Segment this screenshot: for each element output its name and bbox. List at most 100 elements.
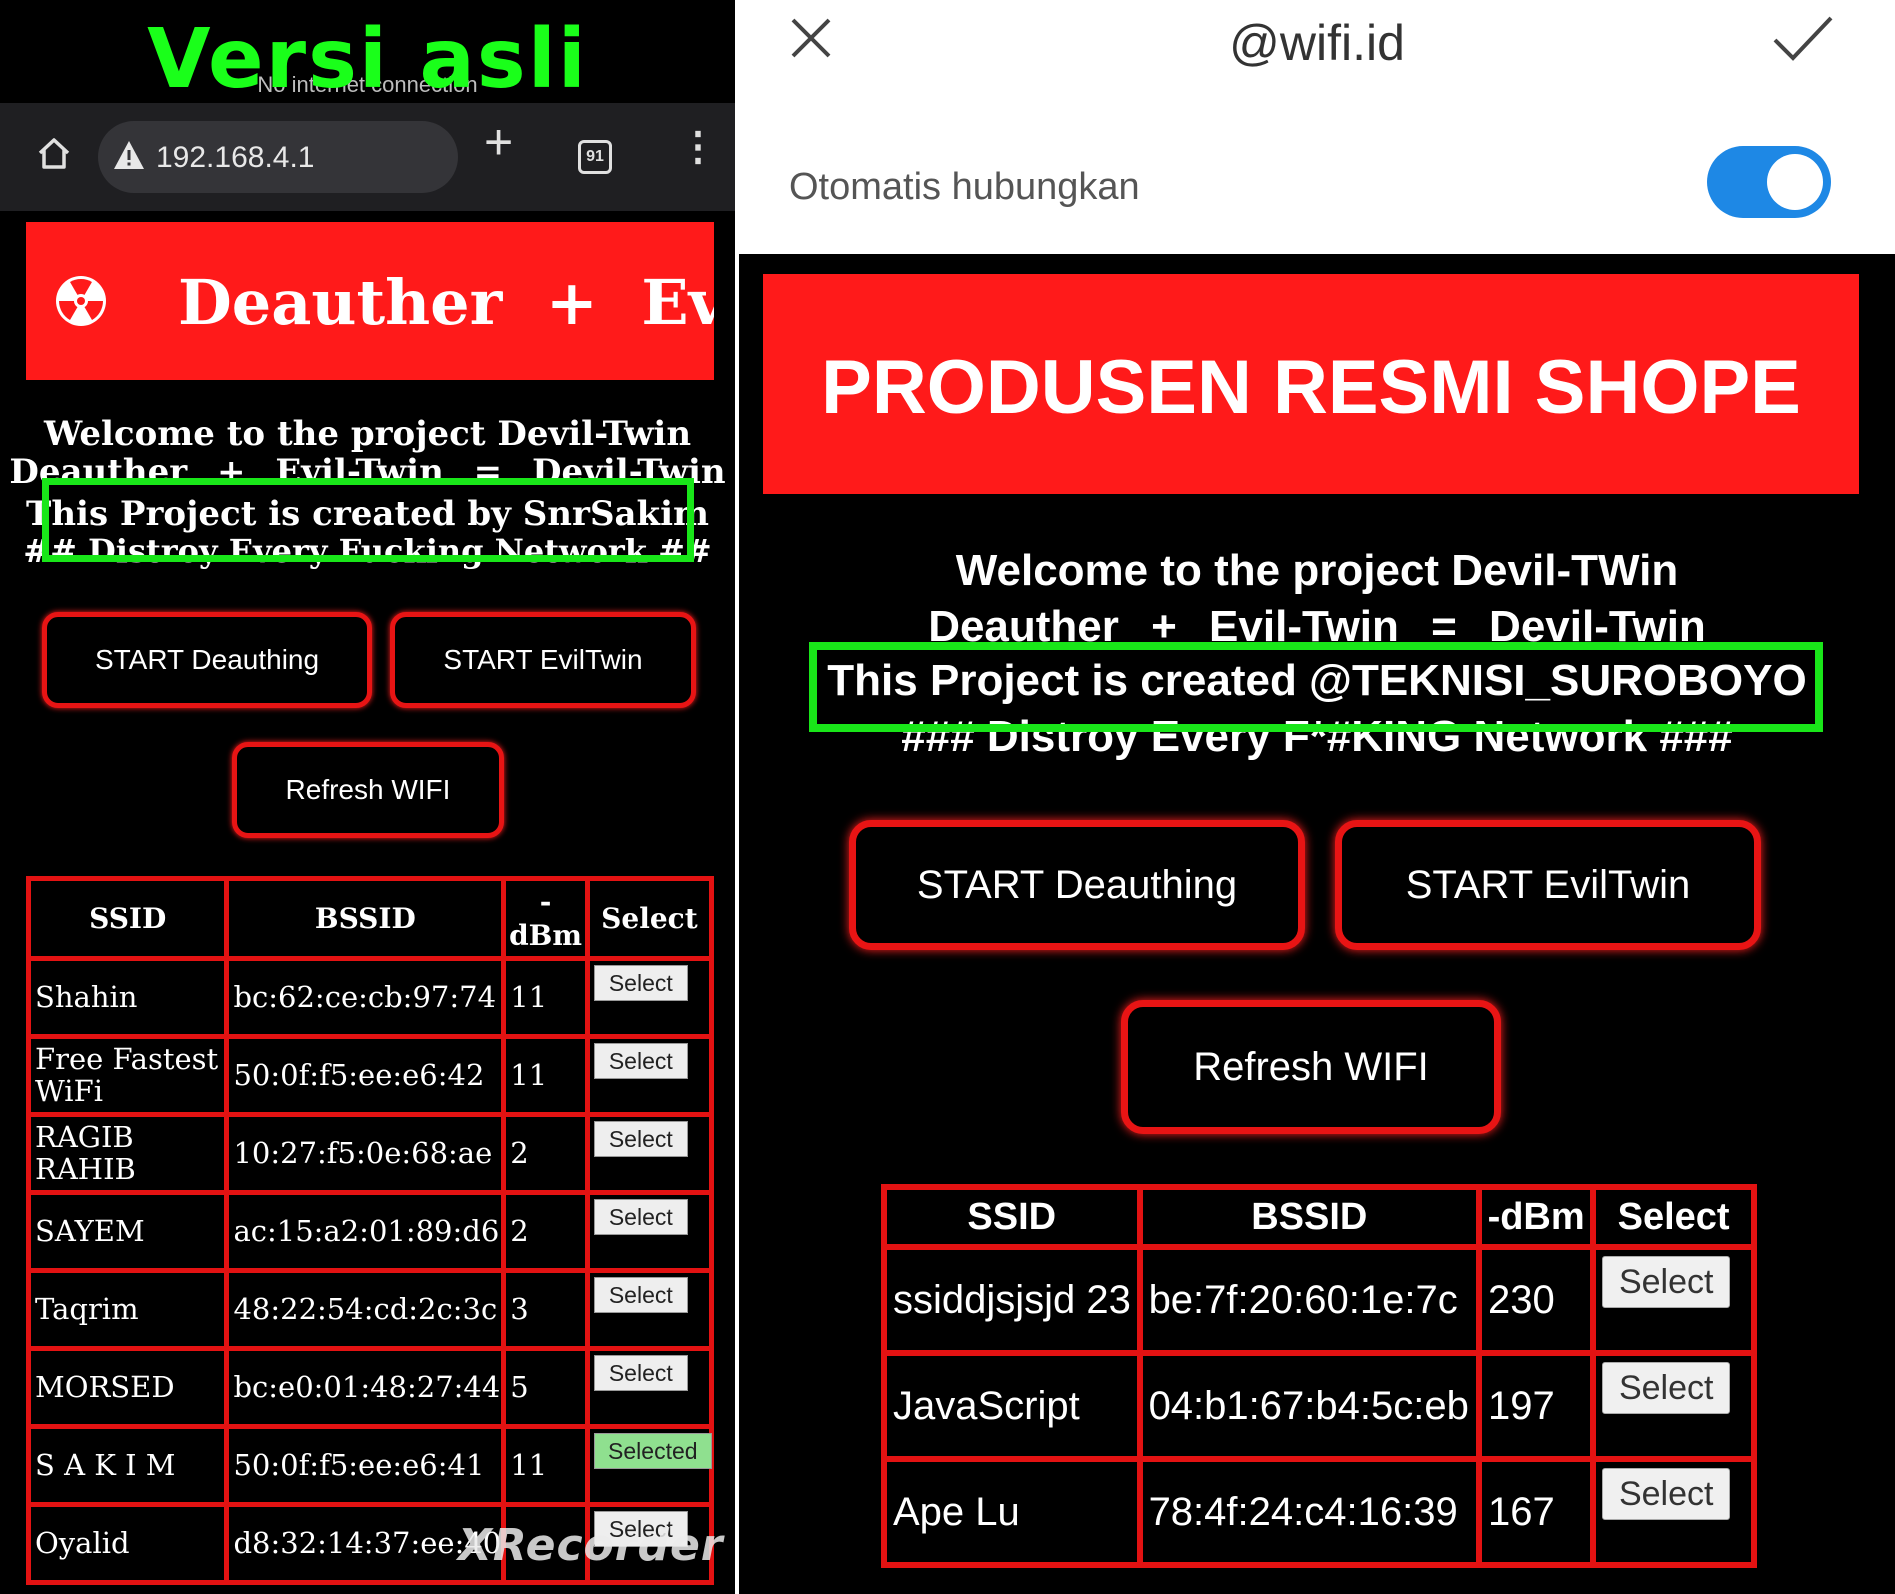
network-table: SSID BSSID - dBm Select Shahin bc:62:ce:c… [25, 876, 715, 1585]
highlight-box [42, 478, 694, 562]
select-button[interactable]: Select [593, 1355, 688, 1391]
browser-toolbar: 192.168.4.1 + 91 ⋮ [0, 103, 735, 211]
column-header-bssid: BSSID [1136, 1184, 1483, 1250]
original-screenshot-panel: Versi asli No internet connection 192.16… [0, 0, 735, 1594]
cell-dbm: 2 [501, 1112, 590, 1195]
select-button[interactable]: Select [1602, 1256, 1731, 1308]
cell-select: Select [584, 1190, 715, 1273]
table-row: Free Fastest WiFi 50:0f:f5:ee:e6:42 11 Sele… [25, 1034, 715, 1117]
table-row: Shahin bc:62:ce:cb:97:74 11 Select [25, 956, 715, 1039]
url-text: 192.168.4.1 [156, 141, 315, 174]
network-table: SSID BSSID -dBm Select ssiddjsjsjd 23 be:… [881, 1184, 1757, 1568]
more-menu-icon[interactable]: ⋮ [678, 127, 718, 167]
cell-select: Select [584, 1268, 715, 1351]
cell-dbm: 167 [1476, 1456, 1597, 1568]
cell-select: Selected [584, 1424, 715, 1507]
column-header-ssid: SSID [25, 876, 230, 961]
column-header-dbm: -dBm [1476, 1184, 1597, 1250]
start-deauthing-button[interactable]: START Deauthing [849, 820, 1305, 950]
cell-dbm: 11 [501, 1424, 590, 1507]
cell-select: Select [1590, 1350, 1757, 1462]
checkmark-icon[interactable] [1771, 12, 1835, 64]
network-name-title: @wifi.id [1229, 15, 1405, 71]
welcome-line: Welcome to the project Devil-Twin [43, 414, 692, 454]
select-button[interactable]: Select [593, 1043, 688, 1079]
cell-ssid: Ape Lu [881, 1456, 1143, 1568]
auto-connect-label: Otomatis hubungkan [789, 166, 1140, 208]
column-header-ssid: SSID [881, 1184, 1143, 1250]
cell-dbm: 197 [1476, 1350, 1597, 1462]
cell-bssid: bc:e0:01:48:27:44 [224, 1346, 507, 1429]
cell-bssid: 48:22:54:cd:2c:3c [224, 1268, 507, 1351]
cell-bssid: bc:62:ce:cb:97:74 [224, 956, 507, 1039]
cell-select: Select [1590, 1456, 1757, 1568]
cell-dbm: 3 [501, 1268, 590, 1351]
cell-ssid: Free Fastest WiFi [25, 1034, 230, 1117]
cell-ssid: SAYEM [25, 1190, 230, 1273]
cell-ssid: Oyalid [25, 1502, 230, 1585]
column-header-select: Select [584, 876, 715, 961]
cell-bssid: ac:15:a2:01:89:d6 [224, 1190, 507, 1273]
highlight-box [809, 642, 1823, 732]
cell-bssid: 04:b1:67:b4:5c:eb [1136, 1350, 1483, 1462]
new-tab-icon[interactable]: + [484, 117, 513, 167]
cell-ssid: ssiddjsjsjd 23 [881, 1244, 1143, 1356]
refresh-wifi-button[interactable]: Refresh WIFI [232, 742, 504, 838]
warning-icon [114, 141, 144, 169]
column-header-bssid: BSSID [224, 876, 507, 961]
cell-select: Select [1590, 1244, 1757, 1356]
start-eviltwin-button[interactable]: START EvilTwin [1335, 820, 1761, 950]
cell-select: Select [584, 1346, 715, 1429]
welcome-line: Welcome to the project Devil-TWin [955, 546, 1679, 595]
cell-select: Select [584, 1112, 715, 1195]
selected-button[interactable]: Selected [593, 1433, 712, 1469]
home-icon[interactable] [34, 133, 74, 173]
title-banner: Deauther + Evil- [26, 222, 714, 380]
select-button[interactable]: Select [593, 965, 688, 1001]
select-button[interactable]: Select [593, 1277, 688, 1313]
cell-ssid: Shahin [25, 956, 230, 1039]
cell-ssid: RAGIB RAHIB [25, 1112, 230, 1195]
cell-ssid: Taqrim [25, 1268, 230, 1351]
cell-ssid: MORSED [25, 1346, 230, 1429]
select-button[interactable]: Select [593, 1121, 688, 1157]
table-row: RAGIB RAHIB 10:27:f5:0e:68:ae 2 Select [25, 1112, 715, 1195]
cell-dbm: 5 [501, 1346, 590, 1429]
cell-bssid: 50:0f:f5:ee:e6:41 [224, 1424, 507, 1507]
cell-dbm: 11 [501, 1034, 590, 1117]
banner-title: Deauther + Evil- [178, 266, 714, 339]
toggle-knob [1767, 154, 1823, 210]
table-row: S A K I M 50:0f:f5:ee:e6:41 11 Selected [25, 1424, 715, 1507]
cell-bssid: 78:4f:24:c4:16:39 [1136, 1456, 1483, 1568]
refresh-wifi-button[interactable]: Refresh WIFI [1121, 1000, 1501, 1134]
captive-portal-page: PRODUSEN RESMI SHOPE Welcome to the proj… [739, 254, 1895, 1594]
table-row: SAYEM ac:15:a2:01:89:d6 2 Select [25, 1190, 715, 1273]
cell-dbm: 230 [1476, 1244, 1597, 1356]
table-row: MORSED bc:e0:01:48:27:44 5 Select [25, 1346, 715, 1429]
table-row: ssiddjsjsjd 23 be:7f:20:60:1e:7c 230 Select [881, 1244, 1757, 1356]
start-deauthing-button[interactable]: START Deauthing [42, 612, 372, 708]
column-header-select: Select [1590, 1184, 1757, 1250]
select-button[interactable]: Select [1602, 1468, 1731, 1520]
title-banner: PRODUSEN RESMI SHOPE [763, 274, 1859, 494]
column-header-dbm: - dBm [501, 876, 590, 961]
auto-connect-toggle[interactable] [1707, 146, 1831, 218]
cell-select: Select [584, 956, 715, 1039]
banner-title: PRODUSEN RESMI SHOPE [821, 345, 1801, 430]
original-version-caption: Versi asli [147, 12, 588, 107]
address-bar[interactable]: 192.168.4.1 [98, 121, 458, 193]
recorder-watermark: XRecorder [458, 1520, 724, 1571]
start-eviltwin-button[interactable]: START EvilTwin [390, 612, 696, 708]
tab-count-button[interactable]: 91 [578, 140, 612, 174]
cell-bssid: 50:0f:f5:ee:e6:42 [224, 1034, 507, 1117]
select-button[interactable]: Select [1602, 1362, 1731, 1414]
radiation-icon [56, 276, 106, 326]
table-row: Taqrim 48:22:54:cd:2c:3c 3 Select [25, 1268, 715, 1351]
cell-select: Select [584, 1034, 715, 1117]
cell-dbm: 11 [501, 956, 590, 1039]
select-button[interactable]: Select [593, 1199, 688, 1235]
copied-screenshot-panel: @wifi.id Otomatis hubungkan PRODUSEN RES… [739, 0, 1895, 1594]
cell-ssid: S A K I M [25, 1424, 230, 1507]
cell-bssid: 10:27:f5:0e:68:ae [224, 1112, 507, 1195]
cell-bssid: be:7f:20:60:1e:7c [1136, 1244, 1483, 1356]
